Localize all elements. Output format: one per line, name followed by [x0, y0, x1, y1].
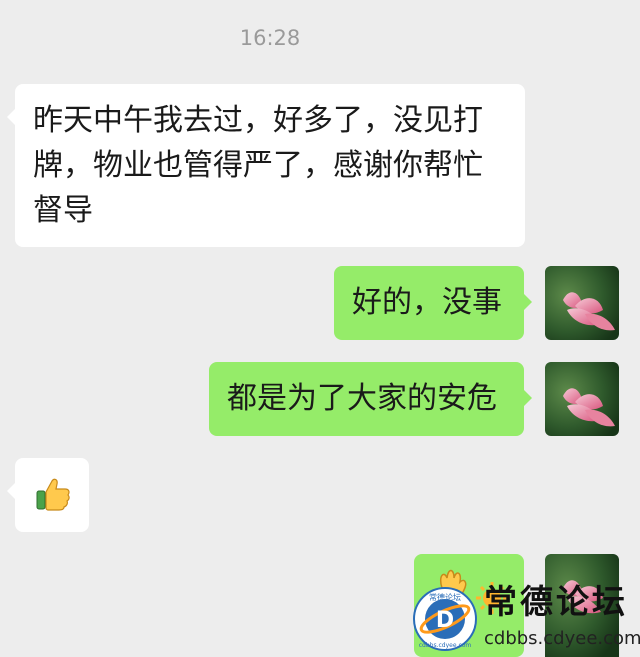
message-text: 昨天中午我去过，好多了，没见打牌，物业也管得严了，感谢你帮忙督导 [33, 103, 483, 228]
svg-text:D: D [436, 608, 454, 633]
user-avatar[interactable] [545, 266, 619, 340]
watermark-url: cdbbs.cdyee.com [484, 628, 640, 649]
watermark-title: 常德论坛 [484, 582, 628, 621]
incoming-sticker-bubble[interactable] [7, 458, 89, 532]
outgoing-message-bubble[interactable]: 好的，没事 [334, 266, 532, 340]
svg-text:cdbbs.cdyee.com: cdbbs.cdyee.com [419, 642, 472, 649]
lotus-avatar-image [545, 362, 619, 436]
thumbs-up-icon [36, 478, 70, 511]
user-avatar[interactable] [545, 362, 619, 436]
message-timestamp: 16:28 [239, 26, 301, 50]
incoming-message-bubble[interactable]: 昨天中午我去过，好多了，没见打牌，物业也管得严了，感谢你帮忙督导 [7, 84, 525, 247]
forum-logo-icon: D 常德论坛 cdbbs.cdyee.com [413, 587, 477, 651]
watermark: D 常德论坛 cdbbs.cdyee.com 常德论坛 cdbbs.cdyee.… [412, 580, 640, 657]
outgoing-message-bubble[interactable]: 都是为了大家的安危 [209, 362, 532, 436]
message-text: 好的，没事 [352, 285, 502, 320]
message-text: 都是为了大家的安危 [227, 381, 497, 416]
svg-text:常德论坛: 常德论坛 [429, 592, 461, 602]
lotus-avatar-image [545, 266, 619, 340]
